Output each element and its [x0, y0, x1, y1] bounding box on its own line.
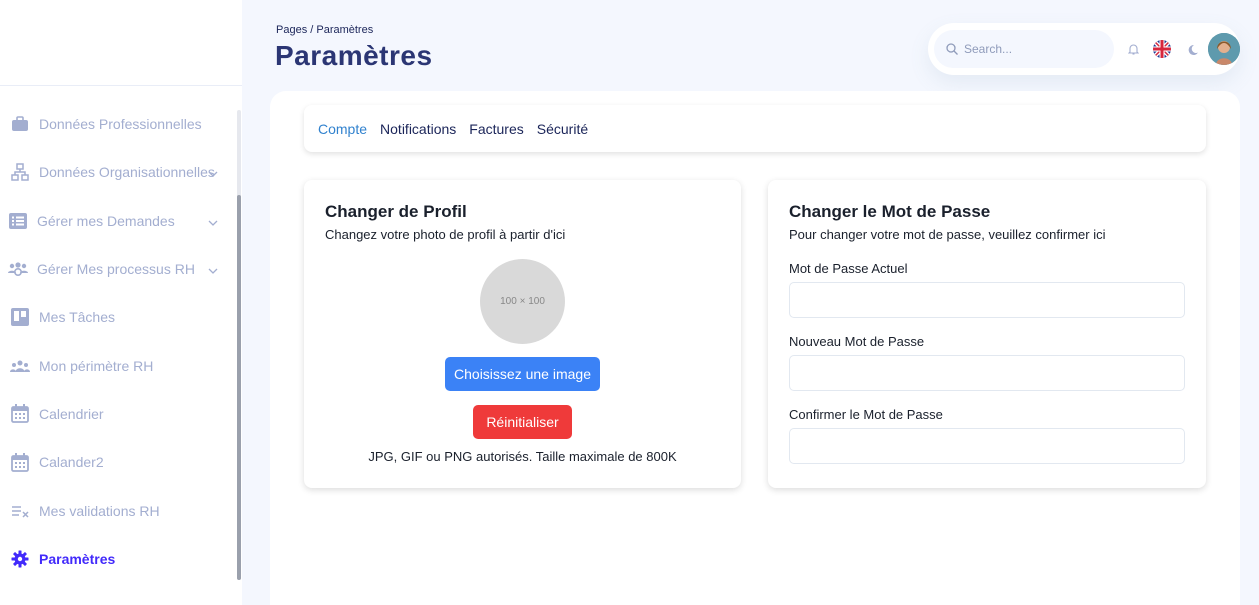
chevron-down-icon: [208, 213, 218, 229]
page-title: Paramètres: [275, 40, 433, 71]
tab-factures[interactable]: Factures: [469, 121, 523, 137]
settings-tabs: Compte Notifications Factures Sécurité: [304, 105, 1206, 152]
sidebar-item-label: Paramètres: [39, 550, 116, 567]
moon-icon[interactable]: [1187, 44, 1198, 55]
sidebar-item-donnees-organisationnelles[interactable]: Données Organisationnelles: [0, 148, 236, 196]
checklist-icon: [10, 501, 30, 521]
uk-flag-icon[interactable]: [1153, 40, 1171, 58]
gear-icon: [10, 549, 30, 569]
sidebar-nav: Données Professionnelles Données Organis…: [0, 100, 236, 583]
team-icon: [10, 356, 30, 376]
sidebar: Données Professionnelles Données Organis…: [0, 0, 242, 605]
profile-card: Changer de Profil Changez votre photo de…: [304, 180, 741, 488]
sidebar-item-calander2[interactable]: Calander2: [0, 438, 236, 486]
current-password-label: Mot de Passe Actuel: [789, 261, 908, 276]
profile-card-subtitle: Changez votre photo de profil à partir d…: [325, 227, 566, 242]
sidebar-item-mon-perimetre-rh[interactable]: Mon périmètre RH: [0, 341, 236, 389]
calendar-icon: [10, 404, 30, 424]
tab-compte[interactable]: Compte: [318, 121, 367, 137]
briefcase-icon: [10, 114, 30, 134]
scrollbar-thumb[interactable]: [237, 195, 241, 580]
sidebar-item-label: Mes validations RH: [39, 502, 160, 519]
tab-securite[interactable]: Sécurité: [537, 121, 588, 137]
sidebar-brand: [0, 0, 242, 86]
calendar-icon: [10, 452, 30, 472]
list-icon: [8, 211, 28, 231]
profile-card-title: Changer de Profil: [325, 202, 467, 221]
password-card-subtitle: Pour changer votre mot de passe, veuille…: [789, 227, 1106, 242]
current-password-field[interactable]: [789, 282, 1185, 318]
sidebar-item-label: Calendrier: [39, 405, 104, 422]
new-password-field[interactable]: [789, 355, 1185, 391]
chevron-down-icon: [208, 261, 218, 277]
tab-notifications[interactable]: Notifications: [380, 121, 456, 137]
users-cog-icon: [8, 259, 28, 279]
confirm-password-label: Confirmer le Mot de Passe: [789, 407, 943, 422]
sidebar-item-label: Mes Tâches: [39, 309, 115, 326]
sidebar-item-donnees-professionnelles[interactable]: Données Professionnelles: [0, 100, 236, 148]
sidebar-item-mes-taches[interactable]: Mes Tâches: [0, 293, 236, 341]
new-password-label: Nouveau Mot de Passe: [789, 334, 925, 349]
profile-image-placeholder: 100 × 100: [480, 259, 565, 344]
reset-button[interactable]: Réinitialiser: [473, 405, 572, 439]
sitemap-icon: [10, 162, 30, 182]
header-toolbar: [928, 23, 1240, 75]
confirm-password-field[interactable]: [789, 428, 1185, 464]
search-input[interactable]: [964, 42, 1094, 56]
choose-image-button[interactable]: Choisissez une image: [445, 357, 600, 391]
sidebar-item-label: Données Professionnelles: [39, 116, 202, 133]
sidebar-scrollbar[interactable]: [237, 110, 241, 580]
kanban-icon: [10, 307, 30, 327]
sidebar-item-label: Données Organisationnelles: [39, 164, 215, 181]
sidebar-item-gerer-demandes[interactable]: Gérer mes Demandes: [0, 197, 236, 245]
bell-icon[interactable]: [1128, 43, 1139, 55]
sidebar-item-calendrier[interactable]: Calendrier: [0, 390, 236, 438]
search-box[interactable]: [934, 30, 1114, 68]
sidebar-item-mes-validations-rh[interactable]: Mes validations RH: [0, 486, 236, 534]
sidebar-item-label: Mon périmètre RH: [39, 357, 154, 374]
sidebar-item-label: Gérer mes Demandes: [37, 212, 175, 229]
sidebar-item-label: Gérer Mes processus RH: [37, 261, 195, 278]
chevron-down-icon: [208, 164, 218, 180]
search-icon: [946, 43, 958, 55]
password-card-title: Changer le Mot de Passe: [789, 202, 991, 221]
upload-note: JPG, GIF ou PNG autorisés. Taille maxima…: [368, 449, 677, 464]
password-card: Changer le Mot de Passe Pour changer vot…: [768, 180, 1206, 488]
avatar[interactable]: [1208, 33, 1240, 65]
breadcrumb: Pages / Paramètres: [276, 24, 374, 36]
sidebar-item-label: Calander2: [39, 454, 104, 471]
sidebar-item-parametres[interactable]: Paramètres: [0, 535, 236, 583]
sidebar-item-gerer-processus-rh[interactable]: Gérer Mes processus RH: [0, 245, 236, 293]
